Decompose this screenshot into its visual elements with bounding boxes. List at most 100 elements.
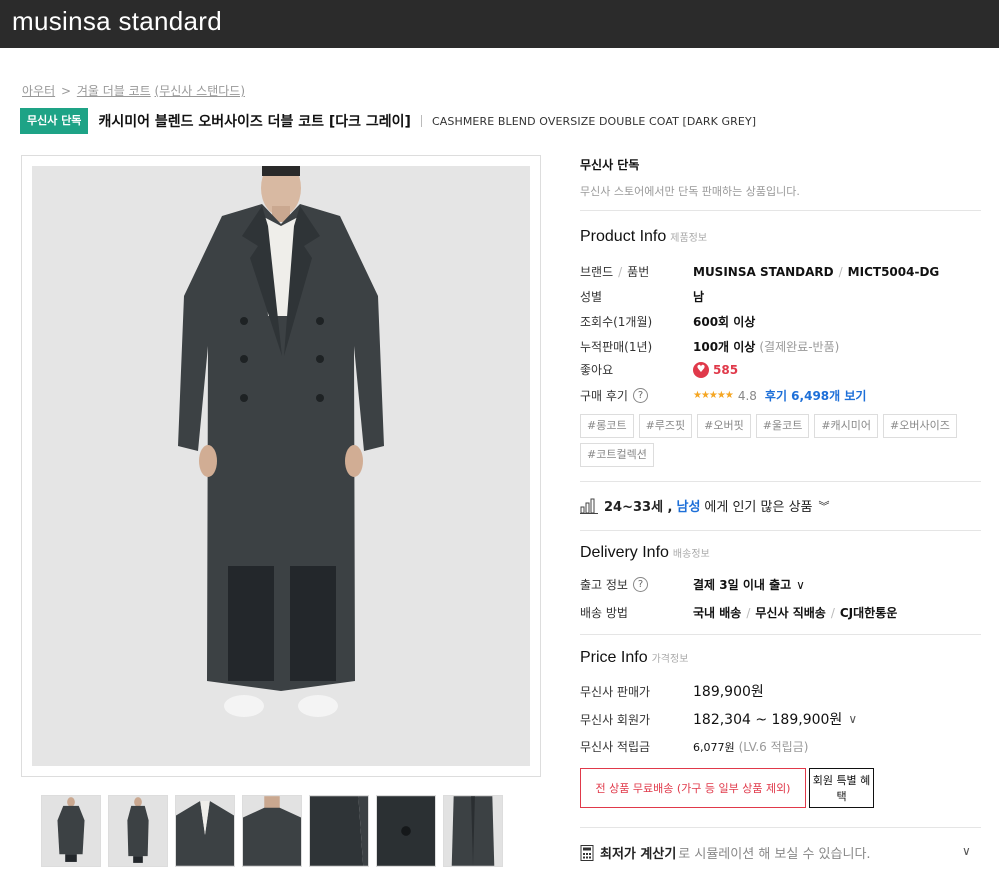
popular-gender: 남성: [676, 500, 701, 515]
product-title-row: 무신사 단독 캐시미어 블렌드 오버사이즈 더블 코트 [다크 그레이] CAS…: [20, 108, 756, 134]
points-note: (LV.6 적립금): [738, 740, 809, 754]
points-row: 무신사 적립금 6,077원 (LV.6 적립금): [580, 738, 808, 755]
sku-value: MICT5004-DG: [847, 264, 940, 279]
brand-label: 브랜드: [580, 265, 614, 279]
points-label: 무신사 적립금: [580, 740, 651, 754]
calculator-title: 최저가 계산기: [600, 847, 677, 862]
help-icon[interactable]: ?: [632, 577, 648, 592]
exclusive-section: 무신사 단독 무신사 스토어에서만 단독 판매하는 상품입니다.: [580, 156, 981, 199]
views-label: 조회수(1개월): [580, 315, 653, 329]
thumbnail-side[interactable]: [108, 795, 168, 867]
product-title-english: CASHMERE BLEND OVERSIZE DOUBLE COAT [DAR…: [431, 114, 757, 128]
delivery-info-title: Delivery Info: [580, 544, 669, 561]
divider: [580, 634, 981, 635]
method-domestic: 국내 배송: [693, 606, 742, 620]
ship-row: 출고 정보? 결제 3일 이내 출고 ∨: [580, 576, 805, 593]
site-logo[interactable]: musinsa standard: [12, 6, 222, 37]
thumbnail-collar[interactable]: [175, 795, 235, 867]
price-info-subtitle: 가격정보: [651, 654, 689, 665]
tag[interactable]: #오버사이즈: [883, 414, 957, 438]
tag[interactable]: #롱코트: [580, 414, 634, 438]
sale-price-label: 무신사 판매가: [580, 684, 651, 699]
ship-value-dropdown[interactable]: 결제 3일 이내 출고 ∨: [693, 576, 805, 593]
thumbnail-button-detail[interactable]: [376, 795, 436, 867]
likes-label: 좋아요: [580, 363, 614, 377]
price-info-heading: Price Info 가격정보: [580, 649, 981, 667]
likes-count: 585: [713, 362, 739, 377]
thumbnail-fabric[interactable]: [443, 795, 503, 867]
title-divider: [420, 115, 422, 127]
thumbnail-front[interactable]: [41, 795, 101, 867]
method-row: 배송 방법 국내 배송 / 무신사 직배송 / CJ대한통운: [580, 605, 898, 621]
method-courier: CJ대한통운: [839, 606, 898, 620]
tag[interactable]: #오버핏: [697, 414, 751, 438]
sale-price-row: 무신사 판매가 189,900원: [580, 681, 764, 701]
review-link[interactable]: 후기 6,498개 보기: [765, 387, 867, 404]
gender-value: 남: [693, 290, 705, 304]
likes-row: 좋아요 ♥ 585: [580, 361, 738, 378]
rating-value: 4.8: [737, 388, 757, 403]
popular-age: 24~33세 ,: [604, 500, 673, 515]
sales-label: 누적판매(1년): [580, 340, 653, 354]
ship-value: 결제 3일 이내 출고: [693, 578, 792, 592]
calculator-icon: [580, 844, 594, 861]
breadcrumb-brand[interactable]: (무신사 스탠다드): [155, 84, 245, 98]
thumbnail-strip: [41, 795, 503, 867]
delivery-info-heading: Delivery Info 배송정보: [580, 544, 981, 562]
divider: [580, 210, 981, 211]
gender-row: 성별 남: [580, 288, 704, 305]
exclusive-badge: 무신사 단독: [20, 108, 89, 134]
member-price-dropdown[interactable]: 182,304 ~ 189,900원 ∨: [693, 709, 857, 729]
free-shipping-button[interactable]: 전 상품 무료배송 (가구 등 일부 상품 제외): [580, 768, 806, 808]
member-price-row: 무신사 회원가 182,304 ~ 189,900원 ∨: [580, 709, 857, 729]
tag[interactable]: #루즈핏: [638, 414, 693, 438]
exclusive-description: 무신사 스토어에서만 단독 판매하는 상품입니다.: [580, 185, 800, 198]
member-price-label: 무신사 회원가: [580, 712, 651, 727]
popular-audience[interactable]: 24~33세 , 남성 에게 인기 많은 상품 ︾: [580, 496, 830, 515]
breadcrumb: 아우터 > 겨울 더블 코트 (무신사 스탠다드): [22, 82, 245, 99]
breadcrumb-separator: >: [60, 84, 72, 98]
chevron-down-icon[interactable]: ︾: [819, 498, 830, 514]
exclusive-label: 무신사 단독: [580, 158, 640, 172]
thumbnail-back[interactable]: [242, 795, 302, 867]
tag[interactable]: #코트컬렉션: [580, 443, 654, 467]
ship-label: 출고 정보: [580, 578, 628, 592]
thumbnail-sleeve[interactable]: [309, 795, 369, 867]
chevron-down-icon[interactable]: ∨: [962, 844, 971, 858]
help-icon[interactable]: ?: [632, 388, 648, 403]
heart-icon[interactable]: ♥: [693, 361, 709, 378]
member-benefit-button[interactable]: 회원 특별 혜택: [809, 768, 874, 808]
product-title: 캐시미어 블렌드 오버사이즈 더블 코트 [다크 그레이]: [98, 114, 411, 130]
sale-price: 189,900원: [693, 684, 764, 700]
delivery-info-subtitle: 배송정보: [672, 549, 710, 560]
popular-text: 에게 인기 많은 상품: [704, 500, 813, 515]
sales-note: (결제완료-반품): [759, 340, 840, 354]
member-price: 182,304 ~ 189,900원: [693, 712, 843, 728]
divider: [580, 530, 981, 531]
points-value: 6,077원: [693, 740, 735, 754]
chevron-down-icon: ∨: [848, 712, 858, 726]
breadcrumb-winter-double-coat[interactable]: 겨울 더블 코트: [77, 84, 151, 98]
review-row: 구매 후기? ★★★★★ 4.8 후기 6,498개 보기: [580, 387, 866, 404]
price-calculator[interactable]: 최저가 계산기 로 시뮬레이션 해 보실 수 있습니다.: [580, 843, 871, 862]
views-value: 600회 이상: [693, 315, 756, 329]
product-info-title: Product Info: [580, 228, 667, 245]
tag[interactable]: #캐시미어: [814, 414, 879, 438]
chevron-down-icon: ∨: [796, 577, 805, 592]
divider: [580, 481, 981, 482]
calculator-text: 로 시뮬레이션 해 보실 수 있습니다.: [678, 847, 871, 862]
product-info-subtitle: 제품정보: [670, 233, 708, 244]
sales-value: 100개 이상: [693, 340, 756, 354]
sku-label: 품번: [627, 265, 650, 279]
bar-chart-icon: [580, 498, 598, 514]
top-bar: musinsa standard: [0, 0, 999, 48]
tag[interactable]: #울코트: [755, 414, 810, 438]
main-product-image[interactable]: [32, 166, 530, 766]
price-info-title: Price Info: [580, 649, 648, 666]
brand-value[interactable]: MUSINSA STANDARD: [693, 265, 834, 279]
main-image-frame: [21, 155, 541, 777]
review-label: 구매 후기: [580, 389, 628, 403]
method-label: 배송 방법: [580, 606, 628, 620]
breadcrumb-outer[interactable]: 아우터: [22, 84, 55, 98]
method-direct: 무신사 직배송: [755, 606, 826, 620]
